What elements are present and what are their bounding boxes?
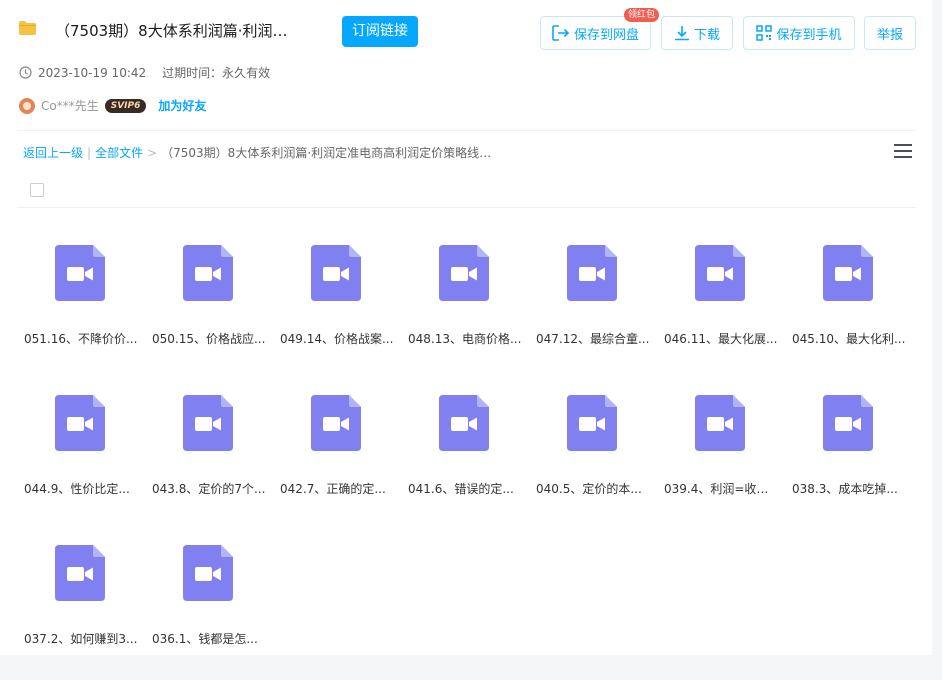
file-name[interactable]: 048.13、电商价格... xyxy=(408,330,522,347)
video-file-icon xyxy=(183,545,233,601)
file-name[interactable]: 043.8、定价的7个... xyxy=(152,480,266,497)
video-file-icon xyxy=(55,545,105,601)
file-name[interactable]: 037.2、如何赚到3... xyxy=(24,630,138,647)
download-icon xyxy=(674,26,689,41)
file-grid: 051.16、不降价价... 050.15、价格战应... 049.14、价格战案.… xyxy=(17,230,917,680)
all-files-link[interactable]: 全部文件 xyxy=(95,144,143,161)
file-name[interactable]: 047.12、最综合童... xyxy=(536,330,650,347)
breadcrumb: 返回上一级 | 全部文件 > （7503期）8大体系利润篇·利润定准电商高利润定… xyxy=(23,144,496,161)
file-item[interactable]: 049.14、价格战案... xyxy=(273,230,401,380)
add-friend-link[interactable]: 加为好友 xyxy=(158,97,206,114)
avatar[interactable] xyxy=(19,97,35,114)
video-file-icon xyxy=(183,395,233,451)
divider xyxy=(17,207,916,208)
video-file-icon xyxy=(695,395,745,451)
file-item[interactable]: 045.10、最大化利... xyxy=(785,230,913,380)
file-item[interactable]: 047.12、最综合童... xyxy=(529,230,657,380)
file-item[interactable]: 037.2、如何赚到3... xyxy=(17,530,145,680)
select-all-checkbox[interactable] xyxy=(30,183,44,197)
back-link[interactable]: 返回上一级 xyxy=(23,144,83,161)
file-name[interactable]: 040.5、定价的本... xyxy=(536,480,650,497)
folder-icon xyxy=(19,21,36,35)
file-name[interactable]: 045.10、最大化利... xyxy=(792,330,906,347)
divider xyxy=(17,130,916,131)
clock-icon xyxy=(19,66,32,79)
file-name[interactable]: 039.4、利润=收入... xyxy=(664,480,778,497)
share-panel: （7503期）8大体系利润篇·利润定准... 订阅链接 保存到网盘 领红包 下载… xyxy=(0,0,932,655)
file-name[interactable]: 046.11、最大化展... xyxy=(664,330,778,347)
qr-code-icon xyxy=(756,25,773,41)
video-file-icon xyxy=(55,395,105,451)
video-file-icon xyxy=(439,245,489,301)
vip-badge: SVIP6 xyxy=(104,98,147,113)
page-title: （7503期）8大体系利润篇·利润定准... xyxy=(55,22,300,40)
subscribe-link-button[interactable]: 订阅链接 xyxy=(342,16,418,47)
file-item[interactable]: 039.4、利润=收入... xyxy=(657,380,785,530)
video-file-icon xyxy=(823,245,873,301)
expire-time: 过期时间：永久有效 xyxy=(162,66,271,80)
file-name[interactable]: 051.16、不降价价... xyxy=(24,330,138,347)
report-button[interactable]: 举报 xyxy=(864,16,916,50)
file-item[interactable]: 050.15、价格战应... xyxy=(145,230,273,380)
red-packet-badge: 领红包 xyxy=(624,8,660,22)
video-file-icon xyxy=(823,395,873,451)
file-name[interactable]: 049.14、价格战案... xyxy=(280,330,394,347)
sharer-name[interactable]: Co***先生 xyxy=(41,97,99,114)
file-item[interactable]: 036.1、钱都是怎... xyxy=(145,530,273,680)
video-file-icon xyxy=(567,245,617,301)
file-name[interactable]: 044.9、性价比定... xyxy=(24,480,138,497)
file-item[interactable]: 048.13、电商价格... xyxy=(401,230,529,380)
save-button-label: 保存到网盘 xyxy=(573,27,639,43)
download-button-label: 下载 xyxy=(693,27,720,43)
video-file-icon xyxy=(439,395,489,451)
video-file-icon xyxy=(567,395,617,451)
file-name[interactable]: 041.6、错误的定... xyxy=(408,480,522,497)
sharer-info: Co***先生 SVIP6 加为好友 xyxy=(19,97,206,114)
breadcrumb-chevron: > xyxy=(147,145,158,160)
video-file-icon xyxy=(55,245,105,301)
page-gutter xyxy=(932,0,942,655)
save-to-phone-label: 保存到手机 xyxy=(776,27,842,43)
file-item[interactable]: 046.11、最大化展... xyxy=(657,230,785,380)
breadcrumb-separator: | xyxy=(87,145,92,160)
video-file-icon xyxy=(311,245,361,301)
share-meta: 2023-10-19 10:42 过期时间：永久有效 xyxy=(19,64,270,81)
share-date: 2023-10-19 10:42 xyxy=(38,65,147,80)
file-name[interactable]: 036.1、钱都是怎... xyxy=(152,630,266,647)
save-icon xyxy=(552,25,570,41)
file-name[interactable]: 038.3、成本吃掉... xyxy=(792,480,906,497)
file-item[interactable]: 044.9、性价比定... xyxy=(17,380,145,530)
file-name[interactable]: 050.15、价格战应... xyxy=(152,330,266,347)
file-item[interactable]: 040.5、定价的本... xyxy=(529,380,657,530)
save-to-phone-button[interactable]: 保存到手机 xyxy=(743,16,855,50)
file-item[interactable]: 043.8、定价的7个... xyxy=(145,380,273,530)
list-view-icon[interactable] xyxy=(894,144,912,158)
file-item[interactable]: 038.3、成本吃掉... xyxy=(785,380,913,530)
download-button[interactable]: 下载 xyxy=(661,16,733,50)
video-file-icon xyxy=(695,245,745,301)
breadcrumb-current: （7503期）8大体系利润篇·利润定准电商高利润定价策略线上... xyxy=(161,146,497,160)
file-item[interactable]: 041.6、错误的定... xyxy=(401,380,529,530)
file-item[interactable]: 051.16、不降价价... xyxy=(17,230,145,380)
file-name[interactable]: 042.7、正确的定... xyxy=(280,480,394,497)
video-file-icon xyxy=(183,245,233,301)
video-file-icon xyxy=(311,395,361,451)
file-item[interactable]: 042.7、正确的定... xyxy=(273,380,401,530)
